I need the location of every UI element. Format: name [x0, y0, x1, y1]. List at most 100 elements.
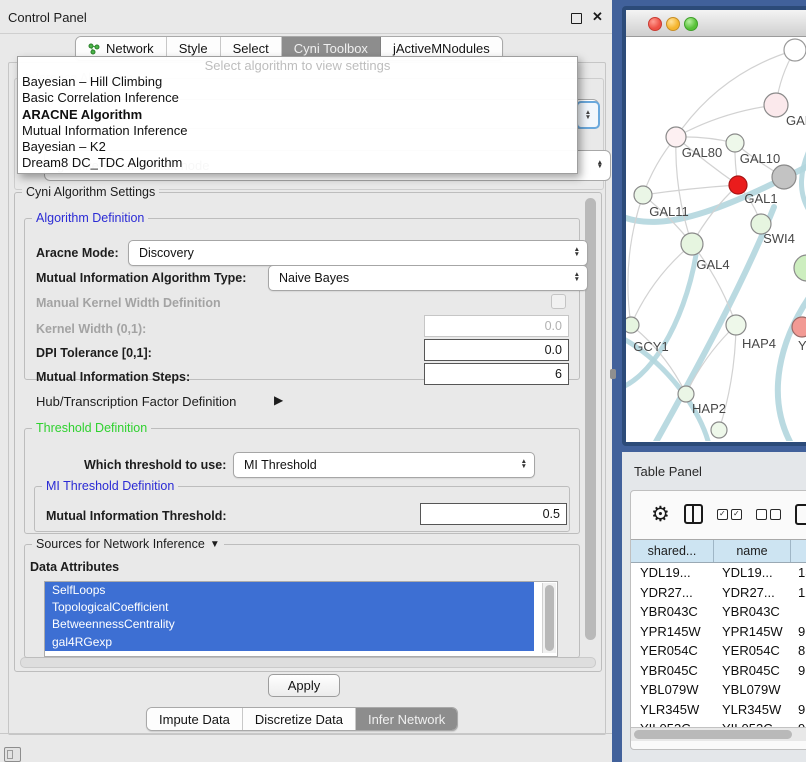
- hub-tf-expand-icon[interactable]: ▶: [274, 393, 283, 407]
- tab-discretize-data[interactable]: Discretize Data: [243, 708, 356, 730]
- float-window-icon[interactable]: [571, 13, 582, 24]
- table-panel-title: Table Panel: [634, 464, 702, 479]
- table-row[interactable]: YBR043CYBR043C: [631, 602, 806, 622]
- window-minimize-button[interactable]: [666, 17, 680, 31]
- network-node-gal[interactable]: [764, 93, 788, 117]
- tab-infer-network-label: Infer Network: [368, 712, 445, 727]
- table-panel-card: ⚙ ✓✓ shared... name YDL19...YDL19...13YD…: [630, 490, 806, 750]
- network-node-hap4[interactable]: [726, 315, 746, 335]
- dpi-tolerance-field[interactable]: 0.0: [424, 339, 569, 361]
- attribute-item-gal4rgexp[interactable]: gal4RGexp: [45, 634, 534, 651]
- close-panel-icon[interactable]: ✕: [592, 9, 603, 25]
- combobox-arrows-icon: ▲▼: [574, 273, 580, 283]
- apply-button[interactable]: Apply: [268, 674, 340, 697]
- panel-dock-icon[interactable]: [4, 747, 21, 762]
- network-node-hap2[interactable]: [678, 386, 694, 402]
- mi-threshold-definition-title: MI Threshold Definition: [42, 479, 178, 493]
- table-cell: 8.: [789, 643, 806, 658]
- aracne-mode-combobox[interactable]: Discovery ▲▼: [128, 240, 588, 266]
- network-canvas[interactable]: GALGAL80GAL10GAL1GAL11SWI4GAL4GCY1HAP4YH…: [626, 37, 806, 441]
- network-node-y[interactable]: [792, 317, 806, 337]
- network-node-label: GCY1: [633, 339, 668, 354]
- table-row[interactable]: YDL19...YDL19...13: [631, 563, 806, 583]
- table-horizontal-scrollbar[interactable]: [631, 727, 806, 741]
- network-node[interactable]: [772, 165, 796, 189]
- table-row[interactable]: YBL079WYBL079W: [631, 680, 806, 700]
- window-close-button[interactable]: [648, 17, 662, 31]
- table-cell: 9.: [789, 702, 806, 717]
- table-panel: Table Panel ⚙ ✓✓ shared... name YDL19...…: [622, 452, 806, 762]
- attribute-item-selfloops[interactable]: SelfLoops: [45, 582, 534, 599]
- algorithm-option-mutual-information[interactable]: Mutual Information Inference: [18, 123, 577, 139]
- network-window-titlebar[interactable]: [626, 10, 806, 37]
- tab-network-label: Network: [106, 41, 154, 56]
- mi-algorithm-type-combobox[interactable]: Naive Bayes ▲▼: [268, 265, 588, 291]
- table-cell: 9.: [789, 663, 806, 678]
- mi-threshold-field[interactable]: 0.5: [420, 503, 567, 525]
- table-row[interactable]: YBR045CYBR045C9.: [631, 661, 806, 681]
- network-node[interactable]: [784, 39, 806, 61]
- algorithm-option-dream8[interactable]: Dream8 DC_TDC Algorithm: [18, 155, 577, 171]
- network-node-gal11[interactable]: [634, 186, 652, 204]
- network-node[interactable]: [794, 255, 806, 281]
- algorithm-dropdown-popup: Select algorithm to view settings Bayesi…: [17, 56, 578, 174]
- tab-infer-network[interactable]: Infer Network: [356, 708, 457, 730]
- gear-icon[interactable]: ⚙: [651, 504, 670, 525]
- network-node-gal10[interactable]: [726, 134, 744, 152]
- table-cell: YBR045C: [713, 663, 789, 678]
- threshold-definition-title: Threshold Definition: [32, 421, 151, 435]
- column-header-partial[interactable]: [791, 540, 806, 562]
- data-attributes-list: SelfLoops TopologicalCoefficient Between…: [44, 581, 558, 657]
- manual-kernel-width-checkbox[interactable]: [551, 294, 566, 309]
- combobox-arrows-icon: ▲▼: [597, 161, 603, 171]
- which-threshold-combobox[interactable]: MI Threshold ▲▼: [233, 452, 535, 478]
- attribute-item-topologicalcoefficient[interactable]: TopologicalCoefficient: [45, 599, 534, 616]
- network-node[interactable]: [711, 422, 727, 438]
- tab-select-label: Select: [233, 41, 269, 56]
- network-node-label: HAP2: [692, 401, 726, 416]
- network-node-label: HAP4: [742, 336, 776, 351]
- network-edge: [676, 105, 776, 137]
- export-table-icon[interactable]: [795, 504, 806, 525]
- sources-collapse-icon[interactable]: ▼: [210, 539, 220, 550]
- table-row[interactable]: YER054CYER054C8.: [631, 641, 806, 661]
- table-cell: YDL19...: [631, 565, 713, 580]
- mi-algorithm-type-value: Naive Bayes: [279, 271, 349, 285]
- scrollbar-thumb[interactable]: [634, 730, 792, 739]
- algorithm-option-bayesian-k2[interactable]: Bayesian – K2: [18, 139, 577, 155]
- algorithm-definition-title: Algorithm Definition: [32, 211, 148, 225]
- column-header-name[interactable]: name: [714, 540, 791, 562]
- network-node-label: GAL10: [740, 151, 780, 166]
- network-node-gal4[interactable]: [681, 233, 703, 255]
- algorithm-option-basic-correlation[interactable]: Basic Correlation Inference: [18, 90, 577, 106]
- table-cell: YBR043C: [713, 604, 789, 619]
- combobox-arrows-icon: ▲▼: [521, 460, 527, 470]
- which-threshold-label: Which threshold to use:: [84, 458, 226, 472]
- kernel-width-field[interactable]: 0.0: [424, 315, 569, 337]
- table-row[interactable]: YLR345WYLR345W9.: [631, 700, 806, 720]
- table-row[interactable]: YDR27...YDR27...12: [631, 583, 806, 603]
- attributes-scrollbar[interactable]: [542, 583, 556, 653]
- column-header-shared-name[interactable]: shared...: [631, 540, 714, 562]
- table-cell: YPR145W: [713, 624, 789, 639]
- mi-steps-field[interactable]: 6: [424, 363, 569, 385]
- network-node-gal80[interactable]: [666, 127, 686, 147]
- algorithm-option-bayesian-hill-climbing[interactable]: Bayesian – Hill Climbing: [18, 74, 577, 90]
- network-edge-bundle: [801, 133, 806, 222]
- columns-icon[interactable]: [684, 504, 703, 524]
- mi-threshold-label: Mutual Information Threshold:: [46, 509, 227, 523]
- settings-horizontal-scrollbar[interactable]: [20, 657, 596, 668]
- combobox-stepper-icon[interactable]: ▲▼: [576, 101, 600, 129]
- attribute-item-betweennesscentrality[interactable]: BetweennessCentrality: [45, 616, 534, 633]
- table-toolbar: ⚙ ✓✓: [631, 491, 806, 537]
- algorithm-option-aracne[interactable]: ARACNE Algorithm: [18, 107, 577, 123]
- panel-divider-handle[interactable]: [610, 369, 616, 379]
- tab-impute-data[interactable]: Impute Data: [147, 708, 243, 730]
- network-edge: [643, 185, 738, 195]
- table-row[interactable]: YPR145WYPR145W9.: [631, 622, 806, 642]
- select-all-checkboxes-icon[interactable]: ✓✓: [717, 509, 742, 520]
- window-zoom-button[interactable]: [684, 17, 698, 31]
- deselect-all-checkboxes-icon[interactable]: [756, 509, 781, 520]
- network-edge-bundle: [778, 285, 806, 441]
- network-node-gcy1[interactable]: [626, 317, 639, 333]
